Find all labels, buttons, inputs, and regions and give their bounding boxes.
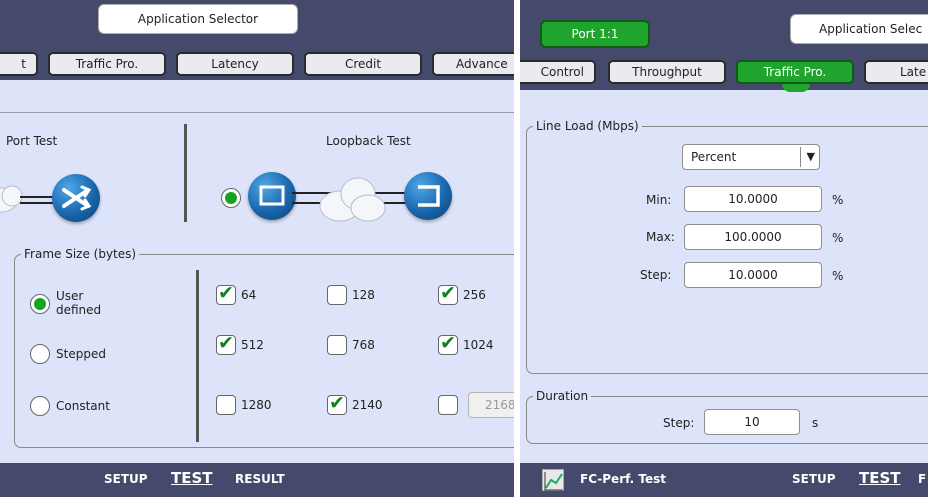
frame-size-64-checkbox[interactable] xyxy=(216,282,236,305)
vertical-divider xyxy=(184,124,187,222)
line-load-legend: Line Load (Mbps) xyxy=(533,119,642,133)
port-test-button[interactable] xyxy=(52,174,100,222)
frame-size-64-label: 64 xyxy=(241,288,257,302)
mode-user-defined-label: User defined xyxy=(56,289,102,317)
frame-size-768-checkbox[interactable] xyxy=(327,335,347,355)
frame-size-custom-checkbox[interactable] xyxy=(438,395,458,415)
mode-user-defined-radio[interactable] xyxy=(30,294,50,314)
section-separator xyxy=(0,112,514,113)
shuffle-icon xyxy=(62,185,92,211)
tab-test[interactable]: t xyxy=(0,52,38,76)
tab-traffic-profile[interactable]: Traffic Pro. xyxy=(48,52,166,76)
max-unit: % xyxy=(832,231,844,245)
test-name: FC-Perf. Test xyxy=(580,472,667,486)
min-unit: % xyxy=(832,193,844,207)
mode-stepped-radio[interactable] xyxy=(30,344,50,364)
application-selector-label: Application Selector xyxy=(137,12,259,26)
nav-test[interactable]: TEST xyxy=(171,469,213,487)
tab-latency[interactable]: Latency xyxy=(176,52,294,76)
nav-result[interactable]: RESULT xyxy=(235,472,285,486)
active-tab-indicator xyxy=(782,84,810,92)
frame-size-128-label: 128 xyxy=(352,288,375,302)
max-label: Max: xyxy=(646,230,675,244)
nav-setup[interactable]: SETUP xyxy=(104,472,148,486)
frame-size-768-label: 768 xyxy=(352,338,375,352)
link-lines xyxy=(20,196,54,204)
frame-size-legend: Frame Size (bytes) xyxy=(21,247,140,261)
frame-size-divider xyxy=(196,270,199,442)
frame-size-custom-input[interactable]: 2168 xyxy=(468,392,514,418)
mode-constant-label: Constant xyxy=(56,399,110,413)
loopback-icon xyxy=(418,185,440,207)
mode-stepped-label: Stepped xyxy=(56,347,106,361)
application-selector-button[interactable]: Application Selector xyxy=(98,4,298,34)
frame-size-1024-label: 1024 xyxy=(463,338,494,352)
tab-throughput[interactable]: Throughput xyxy=(608,60,726,84)
frame-size-1280-checkbox[interactable] xyxy=(216,395,236,415)
frame-size-2140-checkbox[interactable] xyxy=(327,392,347,415)
left-screen: Application Selector t Traffic Pro. Late… xyxy=(0,0,514,497)
tab-control[interactable]: Control xyxy=(520,60,596,84)
loopback-port-button[interactable] xyxy=(248,172,296,220)
frame-size-256-label: 256 xyxy=(463,288,486,302)
frame-size-256-checkbox[interactable] xyxy=(438,282,458,305)
application-selector-button[interactable]: Application Selec xyxy=(790,14,928,44)
min-label: Min: xyxy=(646,193,672,207)
tab-latency[interactable]: Late xyxy=(864,60,928,84)
frame-size-2140-label: 2140 xyxy=(352,398,383,412)
duration-step-input[interactable]: 10 xyxy=(704,409,800,435)
loopback-status-indicator xyxy=(221,188,241,208)
loopback-test-label: Loopback Test xyxy=(326,134,411,148)
port-icon xyxy=(259,185,285,206)
right-screen: Port 1:1 Application Selec Control Throu… xyxy=(520,0,928,497)
cloud-icon xyxy=(319,177,386,222)
max-input[interactable]: 100.0000 xyxy=(684,224,822,250)
select-divider xyxy=(800,147,801,167)
unit-select[interactable]: Percent ▼ xyxy=(682,144,820,170)
frame-size-128-checkbox[interactable] xyxy=(327,285,347,305)
chart-icon xyxy=(542,469,564,491)
dropdown-arrow-icon: ▼ xyxy=(806,150,815,163)
duration-legend: Duration xyxy=(533,389,592,403)
tab-credit[interactable]: Credit xyxy=(304,52,422,76)
port-button[interactable]: Port 1:1 xyxy=(540,20,650,48)
duration-unit: s xyxy=(812,416,819,430)
tab-traffic-profile[interactable]: Traffic Pro. xyxy=(736,60,854,84)
nav-f[interactable]: F xyxy=(918,472,926,486)
bottom-bar: FC-Perf. Test SETUP TEST F xyxy=(520,463,928,497)
port-test-label: Port Test xyxy=(6,134,58,148)
step-unit: % xyxy=(832,269,844,283)
duration-step-label: Step: xyxy=(663,416,695,430)
min-input[interactable]: 10.0000 xyxy=(684,186,822,212)
step-label: Step: xyxy=(640,268,672,282)
step-input[interactable]: 10.0000 xyxy=(684,262,822,288)
tab-advanced[interactable]: Advance xyxy=(432,52,514,76)
frame-size-512-checkbox[interactable] xyxy=(216,332,236,355)
mode-constant-radio[interactable] xyxy=(30,396,50,416)
frame-size-1280-label: 1280 xyxy=(241,398,272,412)
bottom-nav-bar: SETUP TEST RESULT xyxy=(0,463,514,497)
nav-test[interactable]: TEST xyxy=(859,469,901,487)
frame-size-512-label: 512 xyxy=(241,338,264,352)
nav-setup[interactable]: SETUP xyxy=(792,472,836,486)
loopback-return-button[interactable] xyxy=(404,172,452,220)
frame-size-1024-checkbox[interactable] xyxy=(438,332,458,355)
